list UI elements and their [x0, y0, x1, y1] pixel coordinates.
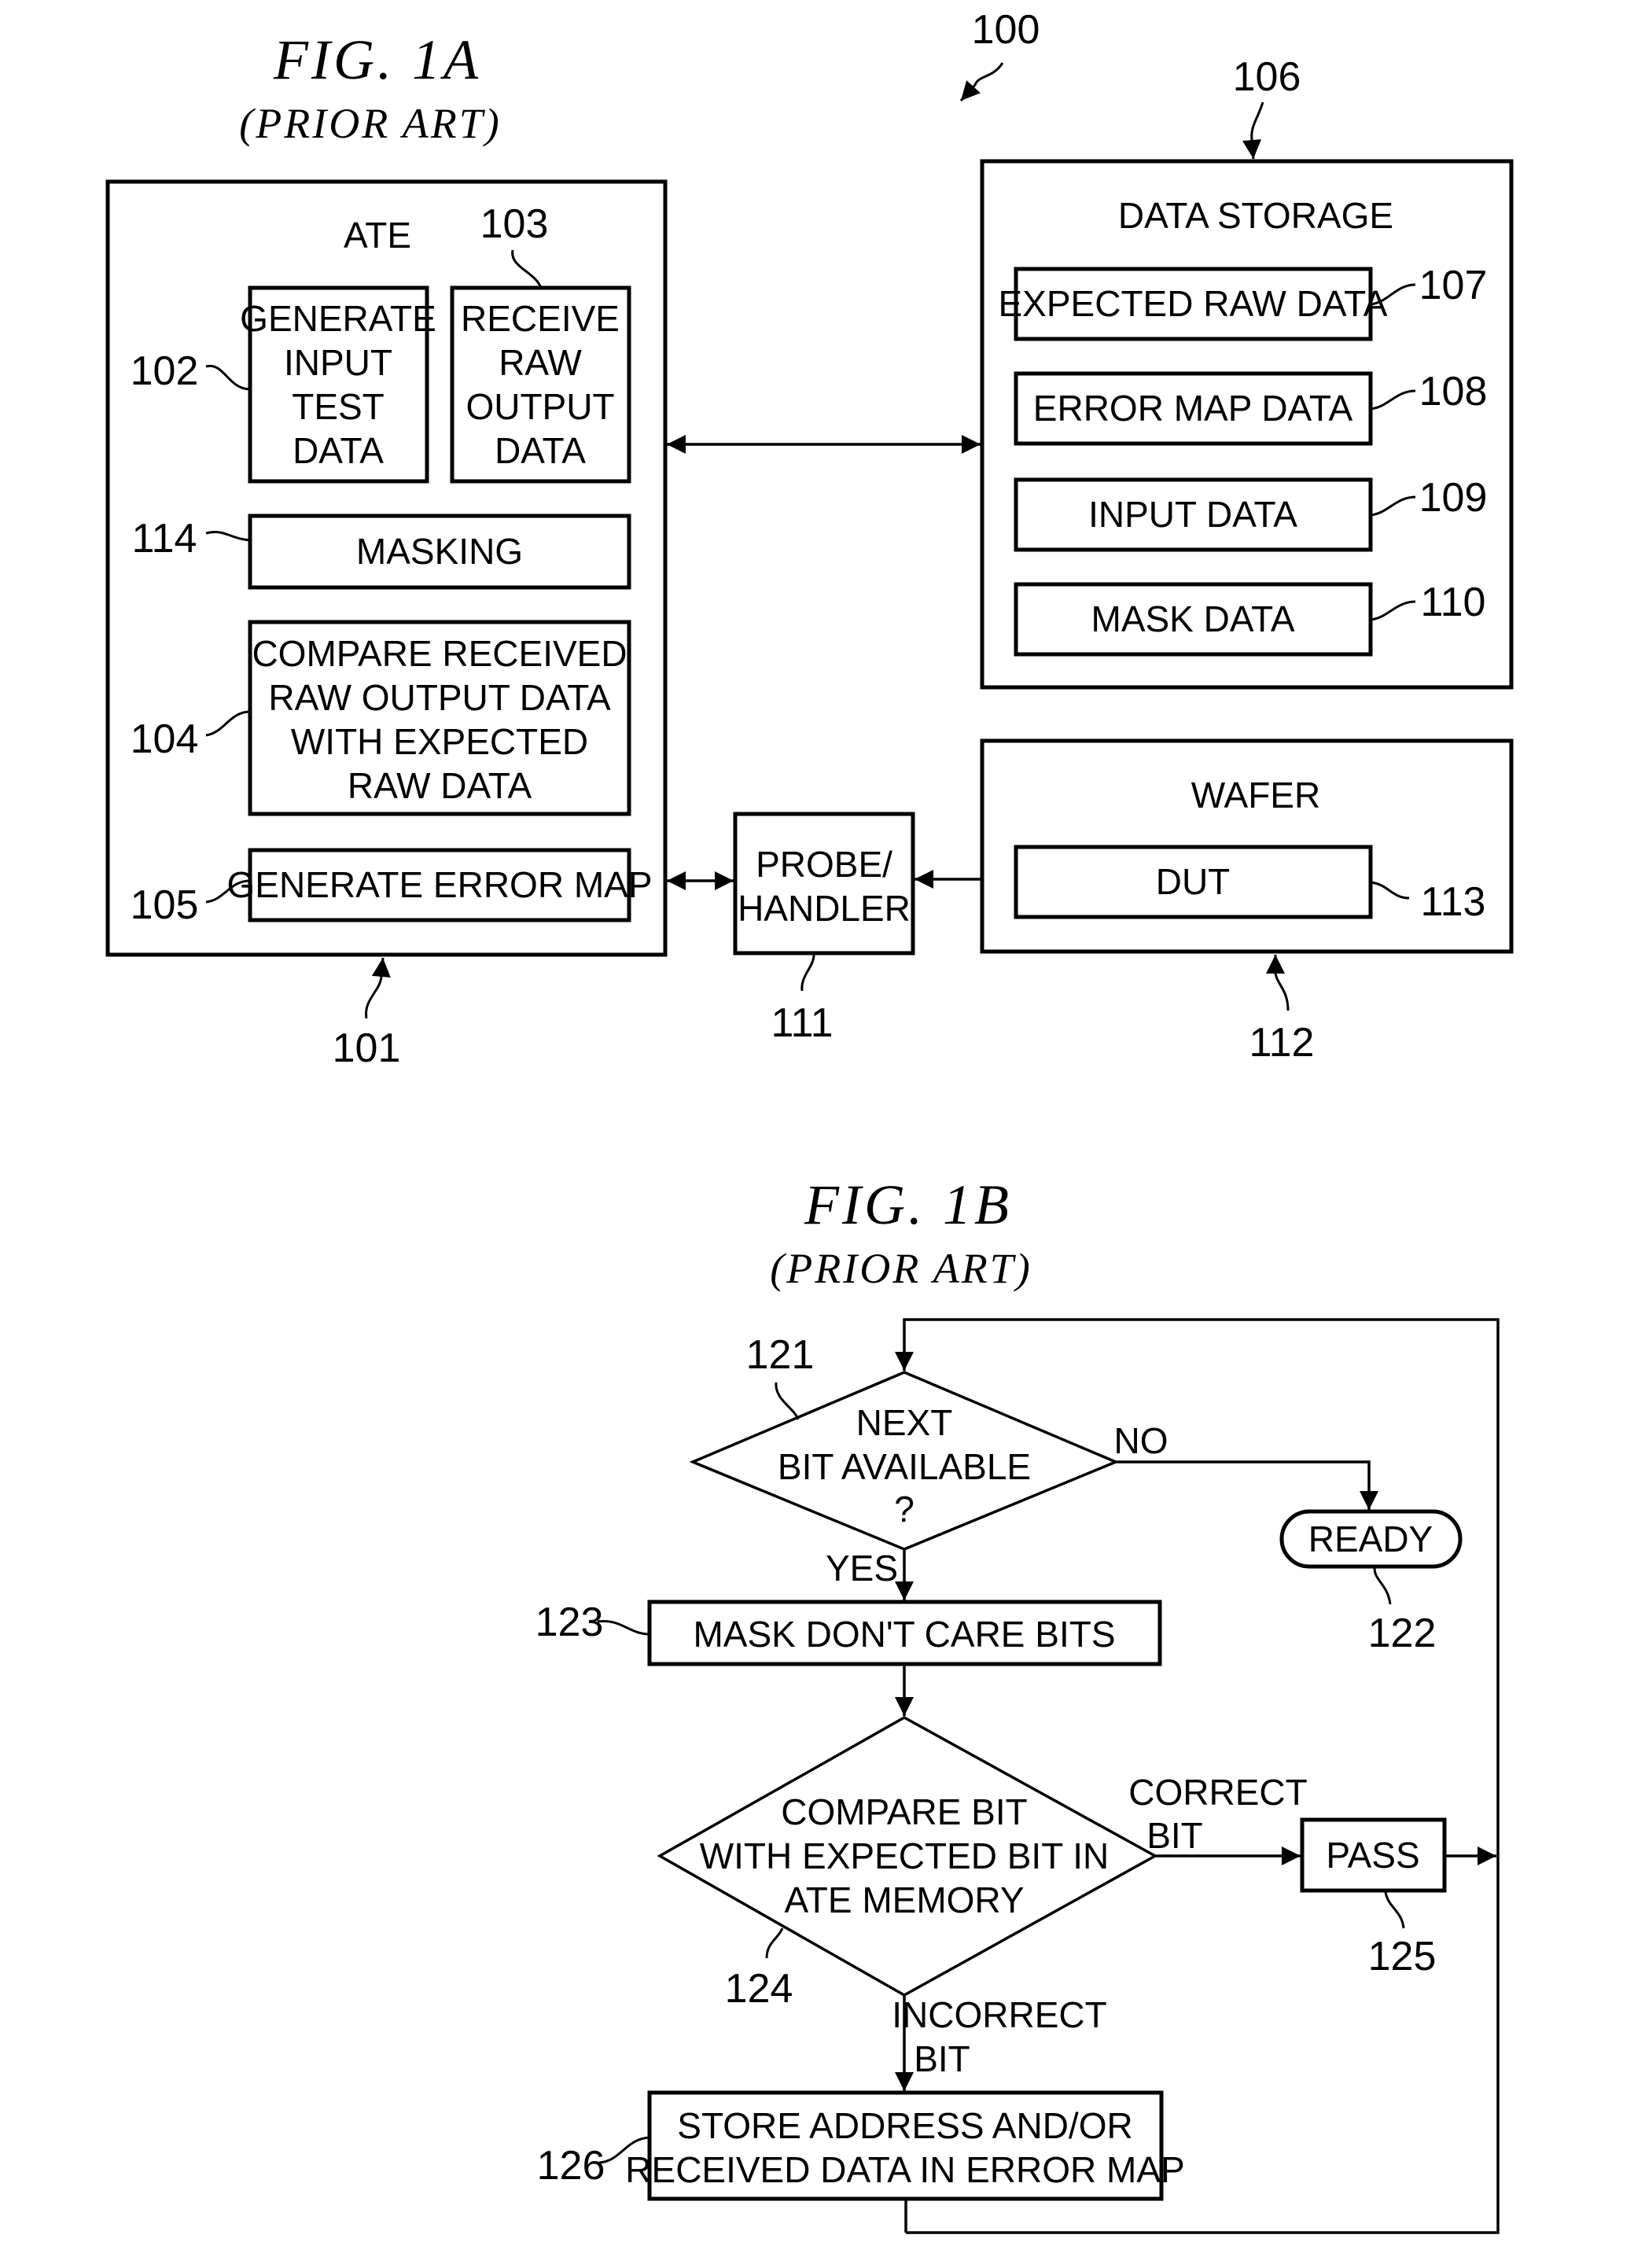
patent-drawing: FIG. 1A (PRIOR ART) 100 ATE GENERATE INP… [105, 7, 1514, 2234]
decision-text: NEXT [856, 1402, 953, 1443]
ref-105: 105 [131, 882, 199, 928]
block-text: RECEIVED DATA IN ERROR MAP [625, 2149, 1184, 2190]
decision-text: COMPARE BIT [781, 1791, 1028, 1832]
ref-112-arrow [1266, 955, 1290, 1011]
yes-label: YES [826, 1548, 898, 1589]
ref-100: 100 [972, 7, 1040, 53]
ref-108: 108 [1419, 369, 1488, 414]
block-text: EXPECTED RAW DATA [999, 283, 1388, 324]
ref-121: 121 [746, 1332, 815, 1378]
ref-107: 107 [1419, 263, 1488, 308]
leader-123 [597, 1619, 650, 1636]
block-text: PASS [1326, 1835, 1419, 1876]
ref-110: 110 [1421, 580, 1486, 625]
decision-text: BIT AVAILABLE [778, 1446, 1031, 1487]
ref-114: 114 [132, 516, 197, 561]
leader-124 [765, 1927, 784, 1959]
block-text: GENERATE ERROR MAP [227, 864, 653, 905]
ref-123: 123 [535, 1600, 604, 1645]
block-text: MASK DON'T CARE BITS [693, 1614, 1115, 1655]
block-text: GENERATE [240, 298, 436, 339]
block-text: STORE ADDRESS AND/OR [677, 2105, 1132, 2146]
block-text: RAW DATA [348, 765, 532, 806]
leader-121 [775, 1382, 800, 1420]
data-storage-label: DATA STORAGE [1118, 195, 1393, 236]
ref-106-arrow [1242, 101, 1264, 160]
ref-112: 112 [1249, 1020, 1315, 1066]
decision-text: ATE MEMORY [785, 1880, 1025, 1920]
block-text: RECEIVE [461, 298, 620, 339]
block-text: PROBE/ [756, 844, 892, 885]
ate-label: ATE [344, 215, 411, 256]
fig-1a: FIG. 1A (PRIOR ART) 100 ATE GENERATE INP… [105, 7, 1514, 1071]
ref-111: 111 [771, 1000, 833, 1046]
block-text: INPUT [284, 342, 392, 383]
incorrect-bit-label: INCORRECT [892, 1994, 1106, 2035]
ref-109: 109 [1419, 475, 1488, 521]
decision-text: WITH EXPECTED BIT IN [700, 1835, 1110, 1876]
ref-125: 125 [1368, 1934, 1437, 1979]
ref-126: 126 [537, 2143, 605, 2189]
ref-104: 104 [131, 716, 199, 762]
leader-111 [800, 954, 815, 992]
fig-1b: FIG. 1B (PRIOR ART) NEXT BIT AVAILABLE ?… [535, 1173, 1500, 2234]
block-text: OUTPUT [466, 386, 614, 427]
incorrect-bit-label-2: BIT [914, 2038, 970, 2079]
leader-122 [1373, 1567, 1392, 1605]
block-text: RAW OUTPUT DATA [268, 677, 611, 718]
correct-bit-label-2: BIT [1146, 1815, 1203, 1856]
block-text: HANDLER [738, 888, 911, 929]
block-text: DATA [495, 430, 586, 471]
fig-1a-title: FIG. 1A [273, 28, 481, 91]
ref-113: 113 [1421, 879, 1486, 925]
wafer-label: WAFER [1191, 775, 1320, 816]
block-text: TEST [292, 386, 385, 427]
ref-103: 103 [480, 201, 549, 247]
block-text: MASKING [356, 531, 523, 572]
block-text: DATA [293, 430, 384, 471]
correct-bit-label: CORRECT [1128, 1772, 1307, 1813]
terminal-text: READY [1308, 1519, 1433, 1559]
ref-102: 102 [131, 348, 199, 394]
ref-124: 124 [725, 1966, 793, 2012]
block-text: ERROR MAP DATA [1033, 388, 1353, 429]
decision-text: ? [894, 1489, 915, 1530]
block-text: COMPARE RECEIVED [252, 633, 627, 674]
block-text: INPUT DATA [1088, 494, 1297, 535]
no-connector [1116, 1460, 1378, 1510]
ref-122: 122 [1368, 1611, 1437, 1656]
fig-1b-subtitle: (PRIOR ART) [770, 1245, 1032, 1292]
ref-100-arrow [959, 62, 1004, 102]
ref-101-arrow [365, 957, 391, 1019]
ref-101: 101 [333, 1025, 401, 1071]
block-text: WITH EXPECTED [291, 721, 588, 762]
fig-1a-subtitle: (PRIOR ART) [239, 100, 501, 147]
leader-125 [1384, 1891, 1405, 1929]
ref-106: 106 [1233, 54, 1301, 100]
block-text: DUT [1156, 861, 1231, 902]
block-text: MASK DATA [1091, 598, 1295, 639]
block-text: RAW [499, 342, 582, 383]
no-label: NO [1114, 1420, 1168, 1461]
fig-1b-title: FIG. 1B [804, 1173, 1012, 1236]
